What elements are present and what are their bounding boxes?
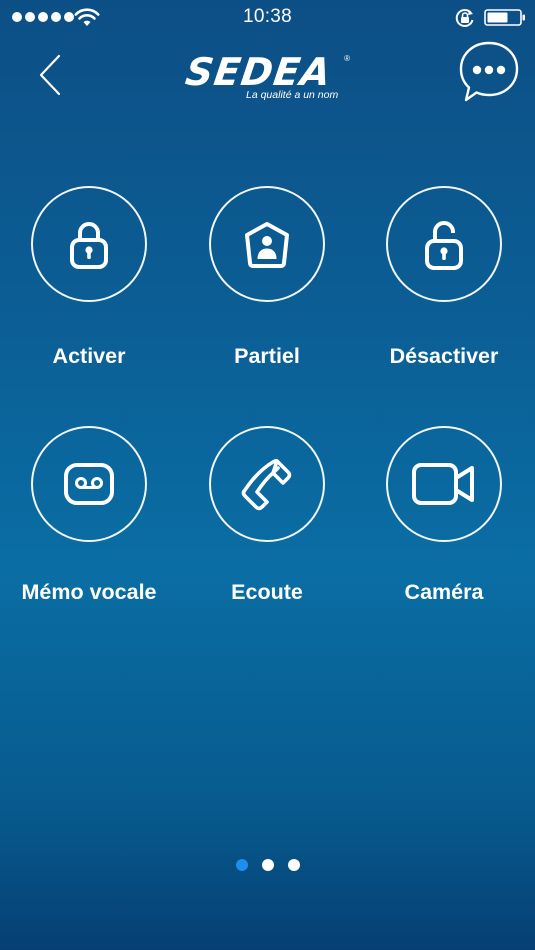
activer-button[interactable]: Activer	[0, 186, 178, 369]
page-indicator	[0, 859, 535, 871]
camera-label: Caméra	[404, 580, 484, 604]
page-dot-1[interactable]	[235, 859, 248, 871]
partiel-circle	[209, 186, 325, 302]
unlock-icon	[425, 221, 463, 270]
activer-circle	[31, 186, 147, 302]
logo-text: SEDEA	[182, 50, 335, 94]
rotation-lock-icon	[455, 9, 474, 27]
back-button[interactable]	[30, 52, 70, 98]
phone-icon	[241, 459, 292, 511]
ecoute-circle	[209, 426, 325, 542]
memo-vocale-circle	[31, 426, 147, 542]
video-camera-icon	[412, 463, 474, 505]
sedea-logo: SEDEA ® La qualité a un nom	[182, 50, 352, 104]
camera-button[interactable]: Caméra	[355, 426, 533, 605]
logo-tagline: La qualité a un nom	[246, 89, 339, 101]
desactiver-circle	[386, 186, 502, 302]
voicemail-icon	[64, 463, 114, 505]
partiel-label: Partiel	[234, 344, 300, 368]
chat-button[interactable]	[458, 40, 520, 104]
lock-icon	[70, 222, 108, 269]
status-bar: 10:38	[0, 0, 535, 36]
logo-registered-mark: ®	[344, 54, 350, 63]
page-dot-3[interactable]	[287, 859, 300, 871]
memo-vocale-label: Mémo vocale	[21, 580, 157, 604]
ecoute-label: Ecoute	[231, 580, 303, 604]
activer-label: Activer	[52, 344, 126, 368]
partiel-button[interactable]: Partiel	[178, 186, 356, 369]
chat-bubble-icon	[459, 41, 519, 102]
home-user-icon	[245, 222, 289, 268]
battery-icon	[484, 9, 525, 26]
camera-circle	[386, 426, 502, 542]
desactiver-button[interactable]: Désactiver	[355, 186, 533, 369]
desactiver-label: Désactiver	[389, 344, 499, 368]
ecoute-button[interactable]: Ecoute	[178, 426, 356, 605]
chevron-left-icon	[39, 54, 61, 96]
memo-vocale-button[interactable]: Mémo vocale	[0, 426, 178, 605]
page-dot-2[interactable]	[261, 859, 274, 871]
